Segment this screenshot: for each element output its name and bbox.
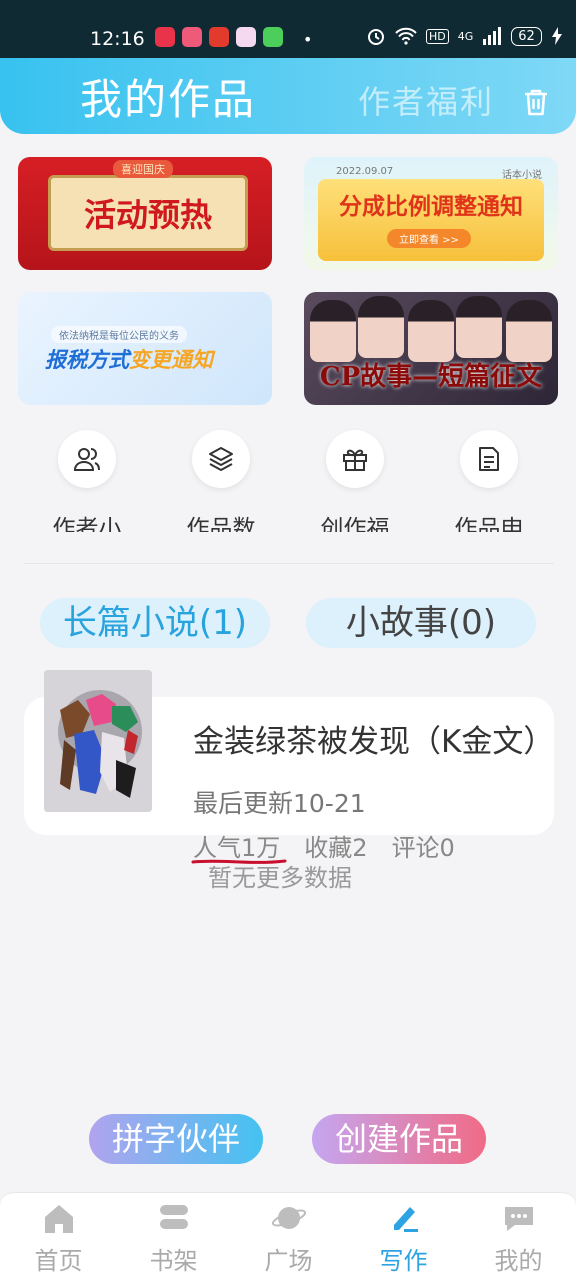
hd-badge: HD <box>426 28 449 44</box>
gift-icon <box>343 449 367 471</box>
shortcut-label-work-apply: 作品申 <box>454 516 524 532</box>
character-illustration <box>506 300 552 362</box>
comments-stat: 评论0 <box>391 834 455 862</box>
video-app-icon <box>155 27 175 47</box>
banner-label: 分成比例调整通知 <box>339 194 523 220</box>
layers-icon <box>209 447 233 471</box>
tab-short-story[interactable]: 小故事(0) <box>306 598 536 648</box>
charging-icon <box>551 27 562 45</box>
shortcut-label-author: 作者小 <box>52 516 122 532</box>
planet-icon <box>271 1207 307 1229</box>
shortcut-author[interactable] <box>58 430 116 488</box>
alarm-icon <box>368 29 384 45</box>
more-notifications-dot: • <box>303 30 313 49</box>
banner-date: 2022.09.07 <box>336 166 394 177</box>
shortcut-work-data[interactable] <box>192 430 250 488</box>
notification-icons <box>155 27 283 47</box>
nav-plaza[interactable]: 广场 <box>231 1193 346 1281</box>
banner-label: 报税方式变更通知 <box>45 344 213 374</box>
news-app-icon <box>209 27 229 47</box>
shortcut-work-apply[interactable] <box>460 430 518 488</box>
tab-long-novel[interactable]: 长篇小说(1) <box>40 598 270 648</box>
network-label: 4G <box>457 29 474 43</box>
trash-icon[interactable] <box>520 86 552 118</box>
banner-small-text: 依法纳税是每位公民的义务 <box>51 326 187 343</box>
pen-icon <box>394 1207 418 1232</box>
work-cover[interactable] <box>44 670 152 812</box>
nav-mine[interactable]: 我的 <box>461 1193 576 1281</box>
banner-label-part-b: 变更通知 <box>129 348 213 372</box>
battery-indicator: 62 <box>511 26 542 46</box>
character-illustration <box>456 296 502 358</box>
writing-partner-button[interactable]: 拼字伙伴 <box>89 1114 263 1164</box>
chat-icon <box>505 1207 533 1231</box>
nav-label: 写作 <box>379 1247 428 1275</box>
flower-app-icon <box>236 27 256 47</box>
banner-event-preview[interactable]: 活动预热 喜迎国庆 <box>18 157 272 270</box>
shortcut-label-creation-benefits: 创作福 <box>320 516 390 532</box>
wifi-icon <box>395 27 417 45</box>
character-illustration <box>310 300 356 362</box>
header: 我的作品 作者福利 <box>0 58 576 134</box>
character-illustration <box>408 300 454 362</box>
nav-writing[interactable]: 写作 <box>346 1193 461 1281</box>
nav-label: 首页 <box>34 1247 83 1275</box>
shortcut-label-work-data: 作品数 <box>186 516 256 532</box>
create-work-button[interactable]: 创建作品 <box>312 1114 486 1164</box>
nav-label: 我的 <box>494 1247 543 1275</box>
document-icon <box>479 447 499 471</box>
clock: 12:16 <box>90 28 145 50</box>
market-app-icon <box>263 27 283 47</box>
bookshelf-icon <box>160 1205 188 1229</box>
divider <box>24 563 554 564</box>
nav-home[interactable]: 首页 <box>1 1193 116 1281</box>
home-icon <box>45 1205 73 1233</box>
nav-label: 书架 <box>149 1247 198 1275</box>
shortcut-creation-benefits[interactable] <box>326 430 384 488</box>
status-bar: 12:16 • HD 4G 62 <box>0 0 576 60</box>
signal-icon <box>483 27 502 45</box>
work-last-update: 最后更新10-21 <box>193 789 366 818</box>
work-title[interactable]: 金装绿茶被发现（K金文） <box>193 716 554 761</box>
nav-label: 广场 <box>264 1247 313 1275</box>
banner-revenue-notice[interactable]: 2022.09.07 话本小说 分成比例调整通知 立即查看 >> <box>304 157 558 270</box>
author-icon <box>73 448 100 471</box>
banner-tax-notice[interactable]: 依法纳税是每位公民的义务 报税方式变更通知 <box>18 292 272 405</box>
banner-tag: 喜迎国庆 <box>113 160 173 178</box>
bottom-nav: 首页 书架 广场 写作 我的 <box>0 1192 576 1281</box>
banner-label: 活动预热 <box>83 196 212 234</box>
page-title[interactable]: 我的作品 <box>80 66 256 127</box>
cover-illustration <box>44 670 152 812</box>
banner-cp-story-contest[interactable]: CP故事—短篇征文 <box>304 292 558 405</box>
system-icons: HD 4G 62 <box>366 26 563 46</box>
banner-scroll: 活动预热 <box>48 175 248 251</box>
banner-view-button: 立即查看 >> <box>387 229 471 248</box>
banner-label-part-a: 报税方式 <box>45 348 129 372</box>
character-illustration <box>358 296 404 358</box>
banner-label: CP故事—短篇征文 <box>319 362 543 392</box>
nav-bookshelf[interactable]: 书架 <box>116 1193 231 1281</box>
shopping-app-icon <box>182 27 202 47</box>
no-more-data-text: 暂无更多数据 <box>208 864 352 892</box>
tab-author-benefits[interactable]: 作者福利 <box>358 77 494 123</box>
